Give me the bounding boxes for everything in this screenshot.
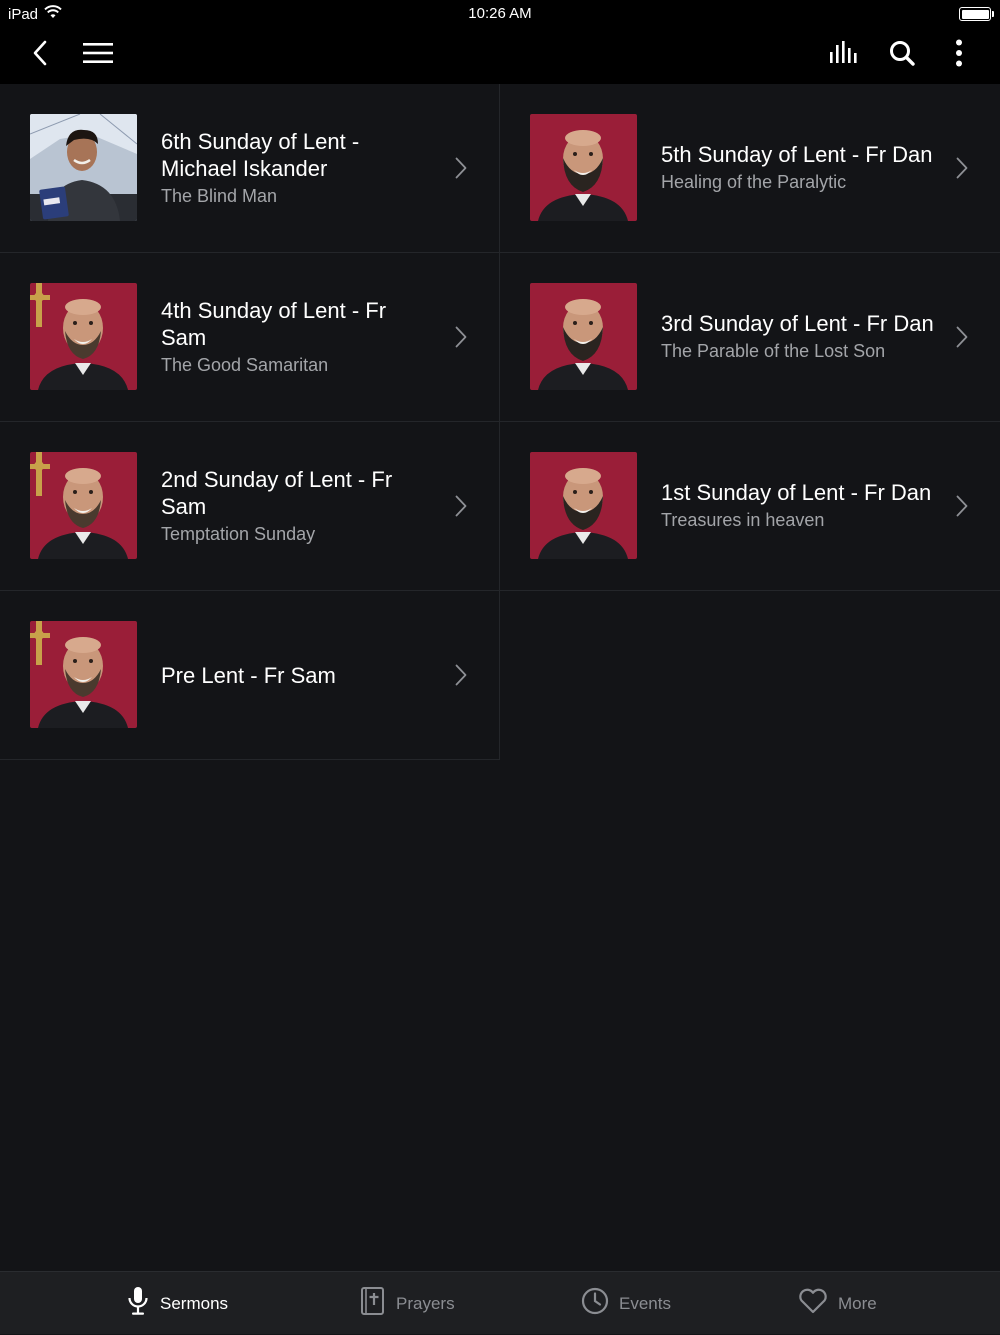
more-options-button[interactable] bbox=[939, 35, 979, 75]
tab-events[interactable]: Events bbox=[581, 1272, 671, 1335]
sermon-title: 6th Sunday of Lent - Michael Iskander bbox=[161, 128, 360, 181]
sermon-thumbnail bbox=[530, 114, 637, 221]
chevron-right-icon bbox=[956, 326, 968, 353]
tab-label: Prayers bbox=[396, 1293, 455, 1313]
sermon-subtitle: Temptation Sunday bbox=[161, 523, 316, 544]
chevron-right-icon bbox=[455, 664, 467, 691]
menu-button[interactable] bbox=[78, 35, 118, 75]
vertical-ellipsis-icon bbox=[955, 39, 963, 72]
sermon-thumbnail bbox=[30, 283, 137, 390]
sermon-item[interactable]: 5th Sunday of Lent - Fr Dan Healing of th… bbox=[500, 84, 1000, 253]
sermon-subtitle: Treasures in heaven bbox=[661, 510, 825, 530]
battery-icon bbox=[959, 7, 994, 21]
chevron-right-icon bbox=[956, 495, 968, 522]
tab-label: More bbox=[838, 1293, 877, 1313]
sermon-text: Pre Lent - Fr Sam bbox=[161, 591, 436, 759]
status-time: 10:26 AM bbox=[468, 5, 532, 22]
chevron-left-icon bbox=[32, 40, 48, 71]
tab-prayers[interactable]: Prayers bbox=[360, 1272, 455, 1335]
sermon-title: Pre Lent - Fr Sam bbox=[161, 662, 336, 688]
sermon-title: 3rd Sunday of Lent - Fr Dan bbox=[661, 311, 934, 336]
search-icon bbox=[889, 40, 915, 71]
heart-icon bbox=[798, 1288, 828, 1319]
sermon-item[interactable]: 6th Sunday of Lent - Michael Iskander The… bbox=[0, 84, 500, 253]
sermon-title: 5th Sunday of Lent - Fr Dan bbox=[661, 142, 933, 167]
tab-more[interactable]: More bbox=[798, 1272, 877, 1335]
tab-sermons[interactable]: Sermons bbox=[126, 1272, 228, 1335]
sermon-thumbnail bbox=[530, 452, 637, 559]
tab-label: Events bbox=[619, 1293, 671, 1313]
sermon-item[interactable]: 1st Sunday of Lent - Fr Dan Treasures in … bbox=[500, 422, 1000, 591]
sermon-thumbnail bbox=[530, 283, 637, 390]
sermon-text: 5th Sunday of Lent - Fr Dan Healing of th… bbox=[661, 84, 936, 252]
sermon-text: 3rd Sunday of Lent - Fr Dan The Parable o… bbox=[661, 253, 936, 421]
sermon-text: 1st Sunday of Lent - Fr Dan Treasures in … bbox=[661, 422, 936, 590]
sermon-subtitle: The Parable of the Lost Son bbox=[661, 341, 886, 361]
chevron-right-icon bbox=[455, 157, 467, 184]
sermon-thumbnail bbox=[30, 452, 137, 559]
sermon-thumbnail bbox=[30, 114, 137, 221]
chevron-right-icon bbox=[956, 157, 968, 184]
chevron-right-icon bbox=[455, 495, 467, 522]
sermon-subtitle: Healing of the Paralytic bbox=[661, 172, 847, 192]
audio-button[interactable] bbox=[824, 35, 864, 75]
back-button[interactable] bbox=[20, 35, 60, 75]
microphone-icon bbox=[126, 1286, 150, 1321]
sermon-thumbnail bbox=[30, 621, 137, 728]
sermon-text: 4th Sunday of Lent - Fr Sam The Good Sama… bbox=[161, 253, 436, 421]
sermon-title: 4th Sunday of Lent - Fr Sam bbox=[161, 297, 387, 350]
sermon-item[interactable]: Pre Lent - Fr Sam bbox=[0, 591, 500, 760]
sermon-title: 2nd Sunday of Lent - Fr Sam bbox=[161, 466, 393, 519]
bible-icon bbox=[360, 1286, 386, 1321]
chevron-right-icon bbox=[455, 326, 467, 353]
search-button[interactable] bbox=[882, 35, 922, 75]
tab-bar: Sermons Prayers Events More bbox=[0, 1271, 1000, 1334]
sermon-text: 2nd Sunday of Lent - Fr Sam Temptation Su… bbox=[161, 422, 436, 590]
sermon-item[interactable]: 3rd Sunday of Lent - Fr Dan The Parable o… bbox=[500, 253, 1000, 422]
sermon-item[interactable]: 2nd Sunday of Lent - Fr Sam Temptation Su… bbox=[0, 422, 500, 591]
clock-icon bbox=[581, 1287, 609, 1320]
sermon-subtitle: The Good Samaritan bbox=[161, 354, 329, 375]
nav-bar bbox=[0, 27, 1000, 84]
sermon-subtitle: The Blind Man bbox=[161, 185, 278, 206]
hamburger-menu-icon bbox=[83, 42, 113, 69]
status-bar: iPad 10:26 AM bbox=[0, 0, 1000, 27]
audio-bars-icon bbox=[829, 40, 859, 70]
sermon-item[interactable]: 4th Sunday of Lent - Fr Sam The Good Sama… bbox=[0, 253, 500, 422]
tab-label: Sermons bbox=[160, 1293, 229, 1313]
sermon-text: 6th Sunday of Lent - Michael Iskander The… bbox=[161, 84, 436, 252]
sermon-title: 1st Sunday of Lent - Fr Dan bbox=[661, 480, 932, 505]
